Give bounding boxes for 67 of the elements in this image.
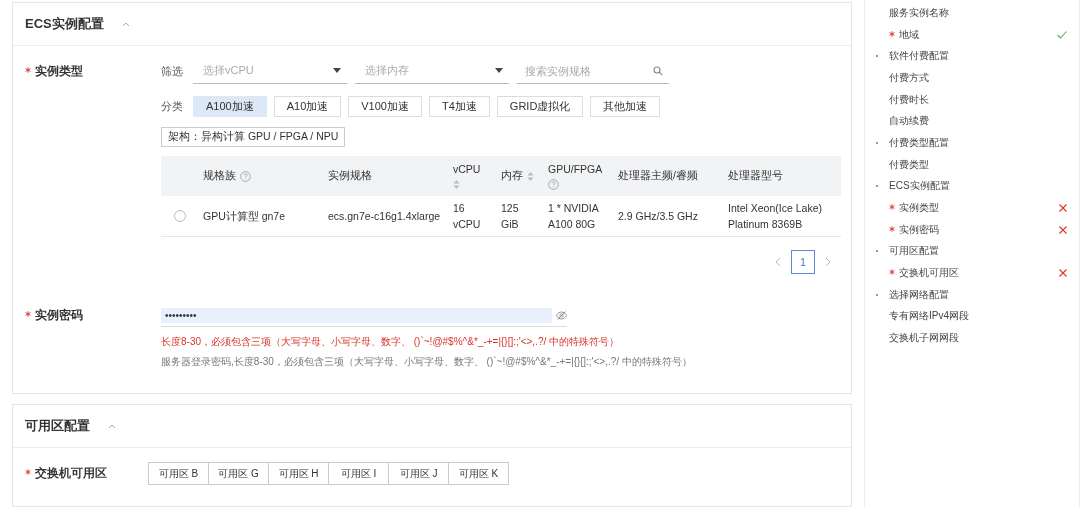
page-button[interactable]: 1: [791, 250, 815, 274]
zone-option[interactable]: 可用区 G: [208, 462, 269, 485]
nav-link[interactable]: 服务实例名称: [889, 5, 949, 20]
section-title: 可用区配置: [25, 417, 90, 435]
category-tab[interactable]: A10加速: [273, 96, 342, 117]
dropdown-caret-icon: [333, 68, 341, 73]
field-label: 实例密码: [35, 308, 83, 323]
nav-link[interactable]: 付费类型: [889, 157, 929, 172]
table-cell: 2.9 GHz/3.5 GHz: [612, 196, 722, 237]
architecture-tag: 架构：异构计算 GPU / FPGA / NPU: [161, 127, 346, 147]
dropdown-caret-icon: [495, 68, 503, 73]
category-tab[interactable]: A100加速: [193, 96, 267, 117]
column-header: 处理器主频/睿频: [618, 169, 698, 183]
nav-link[interactable]: 软件付费配置: [889, 49, 949, 64]
nav-link[interactable]: 交换机子网网段: [889, 331, 959, 346]
section-title: ECS实例配置: [25, 15, 104, 33]
nav-link[interactable]: 可用区配置: [889, 244, 939, 259]
nav-link[interactable]: 交换机可用区: [899, 266, 959, 281]
nav-link[interactable]: 选择网络配置: [889, 287, 949, 302]
collapse-icon[interactable]: [121, 21, 130, 27]
nav-link[interactable]: 地域: [899, 27, 919, 42]
column-header: GPU/FPGA: [548, 162, 603, 175]
nav-link[interactable]: 付费方式: [889, 70, 929, 85]
help-text: 服务器登录密码,长度8-30，必须包含三项（大写字母、小写字母、数字、 ()`~!@#$%^&*_-+=|{}[]:;'<>,.?/ 中的特殊符号）: [161, 355, 693, 369]
nav-link[interactable]: 专有网络IPv4网段: [889, 309, 969, 324]
column-header: 处理器型号: [728, 169, 783, 183]
field-label: 实例类型: [35, 64, 83, 79]
column-header: 内存: [501, 169, 523, 183]
sort-icon[interactable]: [527, 170, 534, 182]
nav-link[interactable]: 付费类型配置: [889, 135, 949, 150]
table-cell: Intel Xeon(Ice Lake) Platinum 8369B: [722, 196, 841, 237]
nav-link[interactable]: 实例类型: [899, 201, 939, 216]
category-label: 分类: [161, 99, 184, 114]
category-tab[interactable]: T4加速: [429, 96, 490, 117]
collapse-icon[interactable]: [108, 423, 116, 429]
help-icon[interactable]: [240, 170, 251, 182]
search-icon[interactable]: [653, 65, 663, 76]
table-cell: 16 vCPU: [447, 196, 495, 237]
error-message: 长度8-30，必须包含三项（大写字母、小写字母、数字、 ()`~!@#$%^&*_-+=|{}[]:;'<>,.?/ 中的特殊符号）: [161, 335, 621, 349]
category-tab[interactable]: GRID虚拟化: [496, 96, 584, 117]
zone-option[interactable]: 可用区 I: [328, 462, 389, 485]
filter-label: 筛选: [161, 63, 184, 79]
category-tab[interactable]: 其他加速: [590, 96, 661, 117]
sort-icon[interactable]: [453, 178, 460, 190]
zone-option[interactable]: 可用区 B: [148, 462, 209, 485]
column-header: 实例规格: [328, 169, 372, 183]
category-tab[interactable]: V100加速: [348, 96, 422, 117]
table-cell: ecs.gn7e-c16g1.4xlarge: [322, 196, 447, 237]
prev-page-icon[interactable]: [775, 257, 781, 267]
table-cell: 125 GiB: [495, 196, 542, 237]
column-header: vCPU: [453, 162, 481, 175]
table-cell: GPU计算型 gn7e: [197, 196, 322, 237]
zone-option[interactable]: 可用区 J: [388, 462, 449, 485]
eye-slash-icon[interactable]: [556, 311, 567, 320]
nav-link[interactable]: ECS实例配置: [889, 179, 950, 194]
search-field[interactable]: 搜索实例规格: [525, 64, 635, 77]
nav-link[interactable]: 付费时长: [889, 92, 929, 107]
next-page-icon[interactable]: [825, 257, 831, 267]
nav-link[interactable]: 实例密码: [899, 222, 939, 237]
zone-option[interactable]: 可用区 K: [448, 462, 509, 485]
help-icon[interactable]: [548, 178, 559, 190]
zone-option[interactable]: 可用区 H: [268, 462, 329, 485]
nav-link[interactable]: 自动续费: [889, 114, 929, 129]
password-field[interactable]: •••••••••: [161, 308, 552, 323]
column-header: 规格族: [203, 169, 236, 183]
field-label: 交换机可用区: [35, 466, 107, 481]
table-cell: 1 * NVIDIA A100 80G: [542, 196, 612, 237]
